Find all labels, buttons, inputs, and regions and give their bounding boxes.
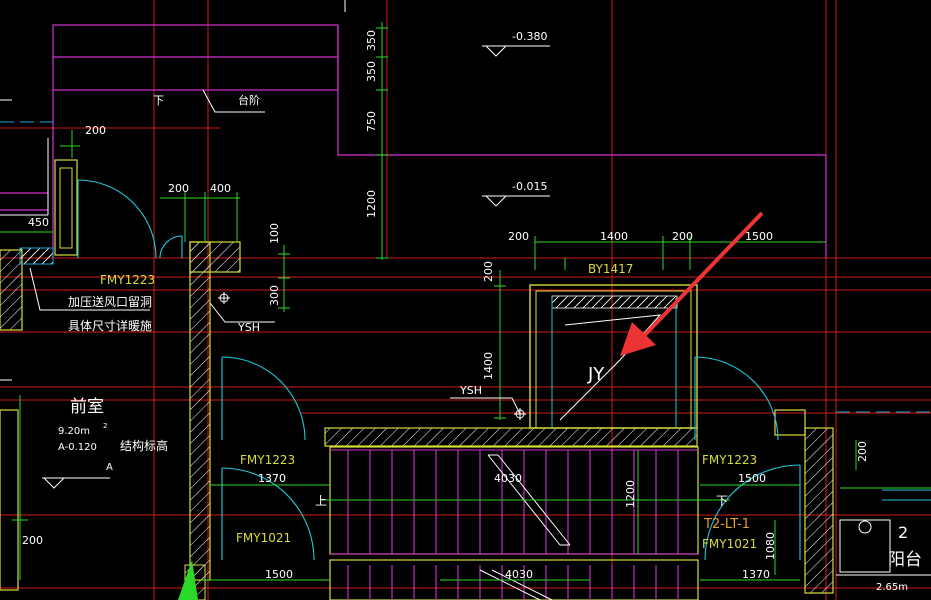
room-level: A-0.120 bbox=[58, 442, 97, 453]
door-fmy1223-left: FMY1223 bbox=[240, 453, 295, 467]
dim-1200: 1200 bbox=[365, 190, 378, 218]
room-name: 前室 bbox=[70, 397, 104, 417]
room-area-sup: 2 bbox=[103, 422, 107, 430]
structural-note: 结构标高 bbox=[120, 438, 168, 453]
dim-1370-bottom-right: 1370 bbox=[742, 568, 770, 581]
axis-a: A bbox=[106, 462, 113, 473]
dim-200-bottom-left: 200 bbox=[22, 534, 43, 547]
dim-350-a: 350 bbox=[365, 30, 378, 51]
door-fmy1021-left: FMY1021 bbox=[236, 531, 291, 545]
dim-4030-top: 4030 bbox=[494, 472, 522, 485]
axis-dashed-lines bbox=[0, 121, 931, 413]
dim-1370-left: 1370 bbox=[258, 472, 286, 485]
dim-100: 100 bbox=[268, 223, 281, 244]
level-upper: -0.380 bbox=[512, 30, 547, 43]
level-markers bbox=[42, 45, 550, 489]
label-down-top: 下 bbox=[153, 94, 164, 107]
dim-300: 300 bbox=[268, 285, 281, 306]
stair-down: 下 bbox=[716, 494, 728, 508]
balcony-num: 2 bbox=[898, 523, 908, 542]
window-by1417: BY1417 bbox=[588, 262, 633, 276]
dim-1080-right: 1080 bbox=[764, 532, 777, 560]
dim-400: 400 bbox=[210, 182, 231, 195]
label-jy: JY bbox=[587, 364, 605, 385]
boundary-lines bbox=[0, 24, 827, 258]
dim-1500-right: 1500 bbox=[738, 472, 766, 485]
dim-4030-bottom: 4030 bbox=[505, 568, 533, 581]
label-ysh-shaft: YSH bbox=[459, 384, 482, 397]
dim-1200-stair: 1200 bbox=[624, 480, 637, 508]
label-steps: 台阶 bbox=[238, 93, 260, 107]
note-line1: 加压送风口留洞 bbox=[68, 294, 152, 309]
door-fmy1223-right: FMY1223 bbox=[702, 453, 757, 467]
balcony-area: 2.65m bbox=[876, 582, 908, 593]
dim-1500-bottom-left: 1500 bbox=[265, 568, 293, 581]
label-ysh-left: YSH bbox=[237, 321, 260, 334]
dim-200-top-b: 200 bbox=[672, 230, 693, 243]
note-line2: 具体尺寸详暖施 bbox=[68, 318, 152, 333]
dim-1500-top: 1500 bbox=[745, 230, 773, 243]
door-fmy1021-right: FMY1021 bbox=[702, 537, 757, 551]
dim-750: 750 bbox=[365, 111, 378, 132]
room-area: 9.20m bbox=[58, 426, 90, 437]
dim-450: 450 bbox=[28, 216, 49, 229]
dim-200-right: 200 bbox=[856, 441, 869, 462]
dim-200-top-a: 200 bbox=[508, 230, 529, 243]
balcony-name: 阳台 bbox=[888, 550, 922, 570]
left-detail-lines bbox=[12, 130, 73, 580]
ysh-symbols bbox=[218, 292, 526, 420]
dim-200-door: 200 bbox=[168, 182, 189, 195]
dim-200-shaft: 200 bbox=[482, 261, 495, 282]
dim-350-b: 350 bbox=[365, 61, 378, 82]
dim-200-left: 200 bbox=[85, 124, 106, 137]
dim-1400-shaft: 1400 bbox=[482, 352, 495, 380]
dim-1400-top: 1400 bbox=[600, 230, 628, 243]
stair-up: 上 bbox=[315, 494, 327, 508]
cad-drawing-canvas[interactable]: 350 350 750 1200 -0.380 -0.015 下 台阶 200 … bbox=[0, 0, 931, 600]
leader-lines bbox=[29, 89, 662, 421]
level-middle: -0.015 bbox=[512, 180, 547, 193]
door-fmy1223-top: FMY1223 bbox=[100, 273, 155, 287]
stair-id: T2-LT-1 bbox=[703, 517, 750, 532]
